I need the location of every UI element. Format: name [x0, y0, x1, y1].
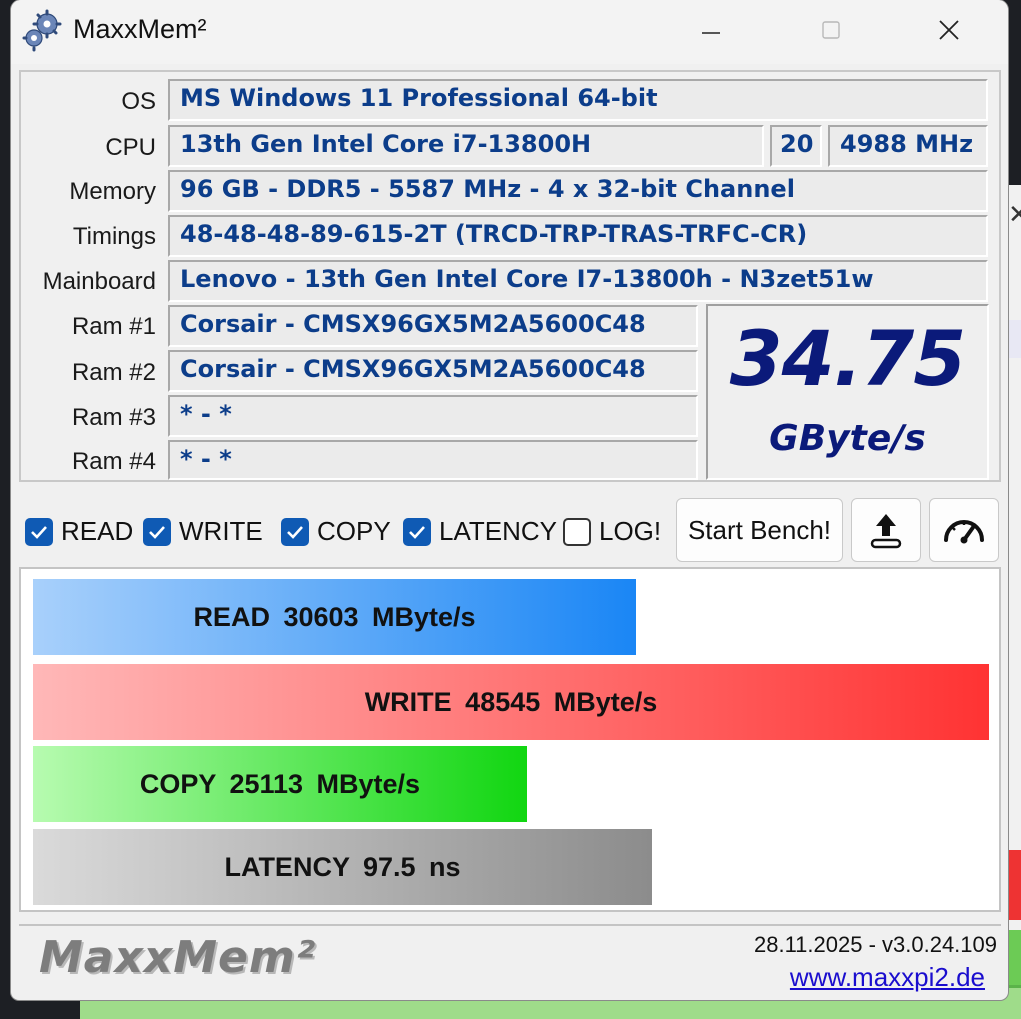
footer: MaxxMem² 28.11.2025 - v3.0.24.109 www.ma…	[19, 924, 1001, 996]
copy-bar-label: COPY 25113 MByte/s	[139, 769, 421, 799]
speedometer-icon	[944, 520, 984, 544]
latency-checkbox[interactable]: LATENCY	[403, 516, 557, 547]
write-checkbox-label: WRITE	[179, 516, 263, 546]
timings-label: Timings	[72, 223, 156, 250]
ram4-field: * - *	[168, 440, 698, 480]
result-unit: GByte/s	[769, 418, 926, 459]
maximize-icon	[822, 21, 840, 39]
os-field: MS Windows 11 Professional 64-bit	[168, 79, 988, 121]
timings-field: 48-48-48-89-615-2T (TRCD-TRP-TRAS-TRFC-C…	[168, 215, 988, 257]
maxxmem-logo: MaxxMem²	[39, 932, 316, 983]
maxxmem-window: MaxxMem² OS CPU Memory Timings Mainboard…	[11, 0, 1008, 1000]
latency-bar-label: LATENCY 97.5 ns	[224, 852, 461, 882]
read-bar-track: READ 30603 MByte/s	[33, 579, 989, 655]
memory-field: 96 GB - DDR5 - 5587 MHz - 4 x 32-bit Cha…	[168, 170, 988, 212]
maximize-button[interactable]	[791, 0, 871, 60]
ram1-field: Corsair - CMSX96GX5M2A5600C48	[168, 305, 698, 347]
copy-checkbox[interactable]: COPY	[281, 516, 391, 547]
read-checkbox-label: READ	[61, 516, 134, 546]
minimize-button[interactable]	[671, 0, 751, 60]
write-bar-label: WRITE 48545 MByte/s	[364, 687, 658, 717]
checkbox-unchecked-icon	[563, 517, 591, 546]
minimize-icon	[702, 32, 720, 34]
read-checkbox[interactable]: READ	[25, 516, 133, 547]
os-label: OS	[121, 88, 156, 115]
log-checkbox-label: LOG!	[599, 516, 662, 546]
version-text: 28.11.2025 - v3.0.24.109	[753, 932, 997, 957]
window-title: MaxxMem²	[73, 14, 207, 44]
benchmark-results-panel: READ 30603 MByte/s WRITE 48545 MByte/s C…	[19, 567, 1001, 912]
ram2-field: Corsair - CMSX96GX5M2A5600C48	[168, 350, 698, 392]
cpu-threads-field: 20	[770, 125, 822, 167]
checkbox-checked-icon	[281, 517, 309, 546]
ram1-label: Ram #1	[71, 313, 156, 340]
write-bar-track: WRITE 48545 MByte/s	[33, 664, 989, 740]
log-checkbox[interactable]: LOG!	[563, 516, 661, 547]
checkbox-checked-icon	[25, 517, 53, 546]
background-close-icon: ✕	[1008, 200, 1021, 230]
title-bar[interactable]: MaxxMem²	[11, 0, 1008, 64]
memory-label: Memory	[69, 178, 156, 205]
website-link[interactable]: www.maxxpi2.de	[790, 962, 985, 993]
gears-icon	[22, 9, 62, 52]
latency-bar-track: LATENCY 97.5 ns	[33, 829, 989, 905]
write-checkbox[interactable]: WRITE	[143, 516, 263, 547]
copy-bar-track: COPY 25113 MByte/s	[33, 746, 989, 822]
speedometer-button[interactable]	[929, 498, 999, 562]
ram3-label: Ram #3	[71, 404, 156, 431]
cpu-label: CPU	[105, 134, 156, 161]
start-bench-button[interactable]: Start Bench!	[676, 498, 843, 562]
read-bar-label: READ 30603 MByte/s	[193, 602, 476, 632]
result-value: 34.75	[729, 314, 966, 403]
upload-button[interactable]	[851, 498, 921, 562]
cpu-field: 13th Gen Intel Core i7-13800H	[168, 125, 764, 167]
checkbox-checked-icon	[403, 517, 431, 546]
ram2-label: Ram #2	[71, 359, 156, 386]
ram3-field: * - *	[168, 395, 698, 437]
checkbox-checked-icon	[143, 517, 171, 546]
cpu-clock-field: 4988 MHz	[828, 125, 988, 167]
copy-checkbox-label: COPY	[317, 516, 391, 546]
latency-checkbox-label: LATENCY	[439, 516, 557, 546]
mainboard-field: Lenovo - 13th Gen Intel Core I7-13800h -…	[168, 260, 988, 302]
close-icon	[939, 20, 959, 40]
ram4-label: Ram #4	[71, 448, 156, 475]
upload-icon	[870, 514, 902, 549]
mainboard-label: Mainboard	[42, 268, 156, 295]
result-display: 34.75 GByte/s	[706, 304, 989, 480]
close-button[interactable]	[909, 0, 989, 60]
